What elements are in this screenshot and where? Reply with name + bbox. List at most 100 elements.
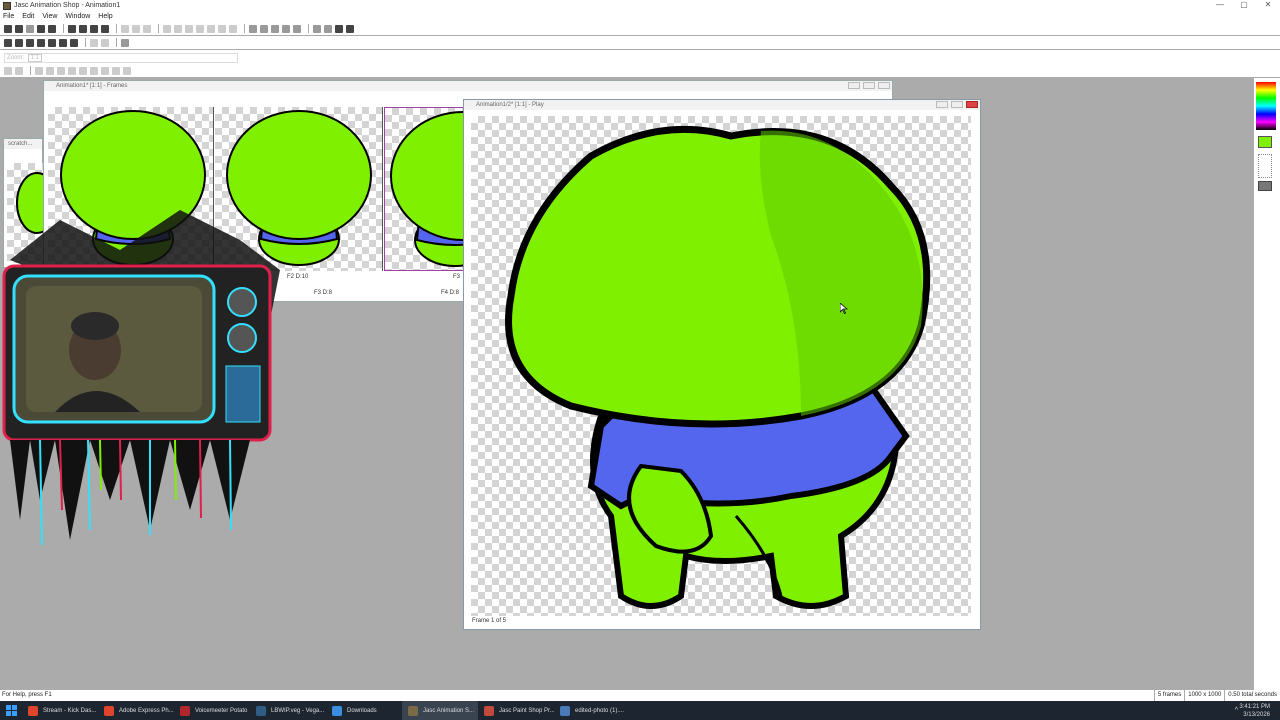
status-help-text: For Help, press F1 [2, 692, 52, 698]
replace-color-icon[interactable] [282, 24, 290, 33]
copy-icon[interactable] [174, 24, 182, 33]
save-icon[interactable] [90, 24, 98, 33]
status-right-panes: 5 frames 1000 x 1000 0.50 total seconds [1153, 690, 1280, 701]
minimize-button[interactable]: — [1208, 0, 1232, 9]
paintbrush-tool-icon[interactable] [68, 66, 76, 75]
open-icon[interactable] [79, 24, 87, 33]
taskbar-item-label: Voicemeeter Potato [195, 707, 248, 714]
last-frame-icon[interactable] [70, 38, 78, 47]
first-frame-icon[interactable] [4, 38, 12, 47]
toolbar-separator [308, 24, 309, 33]
taskbar-item[interactable]: Voicemeeter Potato [174, 701, 250, 720]
animation-shop-app-icon [3, 1, 11, 10]
start-button[interactable] [0, 701, 22, 720]
arrow-tool-icon[interactable] [4, 66, 12, 75]
menu-help[interactable]: Help [98, 13, 112, 20]
toolbar-separator [30, 66, 31, 75]
clock-time: 3:41:21 PM [1239, 704, 1270, 710]
play-canvas[interactable] [471, 116, 971, 616]
menu-file[interactable]: File [3, 13, 14, 20]
frame-properties-icon[interactable] [37, 24, 45, 33]
paste-new-icon[interactable] [196, 24, 204, 33]
taskbar-item[interactable]: Jasc Animation S... [402, 701, 478, 720]
zoom-value[interactable]: 1:1 [27, 54, 43, 62]
play-icon[interactable] [59, 38, 67, 47]
vegas-icon [256, 705, 266, 716]
taskbar-item[interactable]: Adobe Express Ph... [98, 701, 174, 720]
paste-before-icon[interactable] [207, 24, 215, 33]
color-options-list[interactable] [1258, 154, 1272, 178]
frame-3-label: F3 D:8 [314, 290, 333, 296]
transparent-color-swatch[interactable] [1258, 181, 1272, 191]
system-clock[interactable]: 3:41:21 PM 3/13/2026 [1239, 703, 1270, 719]
maximize-button[interactable]: ▢ [1232, 0, 1256, 9]
redo-icon[interactable] [132, 24, 140, 33]
insert-frame-icon[interactable] [271, 24, 279, 33]
text-tool-icon[interactable] [101, 66, 109, 75]
optimization-wizard-icon[interactable] [26, 24, 34, 33]
taskbar-items: Stream - Kick Das... Adobe Express Ph... V… [22, 701, 630, 720]
crop-icon[interactable] [249, 24, 257, 33]
play-close-button[interactable] [966, 101, 978, 108]
play-window[interactable]: Animation1/2* [1:1] - Play Frame 1 of 5 [463, 99, 981, 630]
play-minimize-button[interactable] [936, 101, 948, 108]
menu-view[interactable]: View [42, 13, 57, 20]
cut-icon[interactable] [163, 24, 171, 33]
taskbar-item[interactable]: LBWIP.veg - Vega... [250, 701, 326, 720]
frames-maximize-button[interactable] [863, 82, 875, 89]
taskbar-item[interactable]: Jasc Paint Shop Pr... [478, 701, 554, 720]
tray-expand-icon[interactable]: ^ [1235, 707, 1238, 714]
taskbar-item[interactable]: Stream - Kick Das... [22, 701, 98, 720]
grid-toggle-icon[interactable] [121, 38, 129, 47]
close-button[interactable]: ✕ [1256, 0, 1280, 9]
taskbar-item[interactable]: Downloads [326, 701, 402, 720]
eraser-tool-icon[interactable] [79, 66, 87, 75]
step-forward-icon[interactable] [48, 38, 56, 47]
save-as-icon[interactable] [101, 24, 109, 33]
zoom-tool-icon[interactable] [15, 66, 23, 75]
taskbar-item-label: Jasc Paint Shop Pr... [499, 707, 554, 714]
resize-icon[interactable] [260, 24, 268, 33]
menu-edit[interactable]: Edit [22, 13, 34, 20]
frame-thumbnail-3[interactable] [384, 107, 536, 271]
toolbar-separator [158, 24, 159, 33]
frames-minimize-button[interactable] [848, 82, 860, 89]
frames-view-icon[interactable] [324, 24, 332, 33]
redo-dropdown-icon[interactable] [143, 24, 151, 33]
delete-icon[interactable] [229, 24, 237, 33]
paste-icon[interactable] [185, 24, 193, 33]
filmstrip-icon[interactable] [335, 24, 343, 33]
menu-window[interactable]: Window [65, 13, 90, 20]
frames-close-button[interactable] [878, 82, 890, 89]
context-help-icon[interactable] [346, 24, 354, 33]
undo-icon[interactable] [121, 24, 129, 33]
animation-shop-icon [408, 705, 418, 716]
new-icon[interactable] [68, 24, 76, 33]
frame-3-image [390, 111, 536, 267]
onion-skin-back-icon[interactable] [90, 38, 98, 47]
view-animation-icon[interactable] [313, 24, 321, 33]
dropper-tool-icon[interactable] [57, 66, 65, 75]
color-spectrum[interactable] [1256, 82, 1276, 130]
foreground-color-swatch[interactable] [1258, 136, 1272, 148]
shape-tool-icon[interactable] [123, 66, 131, 75]
stop-icon[interactable] [37, 38, 45, 47]
step-back-icon[interactable] [26, 38, 34, 47]
mover-tool-icon[interactable] [46, 66, 54, 75]
line-tool-icon[interactable] [112, 66, 120, 75]
crop-tool-icon[interactable] [35, 66, 43, 75]
fill-tool-icon[interactable] [90, 66, 98, 75]
animation-wizard-icon[interactable] [4, 24, 12, 33]
frame-counter: Frame 1 of 5 [472, 618, 507, 624]
paste-after-icon[interactable] [218, 24, 226, 33]
flip-icon[interactable] [293, 24, 301, 33]
animation-properties-icon[interactable] [48, 24, 56, 33]
play-maximize-button[interactable] [951, 101, 963, 108]
taskbar-item[interactable]: edited-photo (1).... [554, 701, 630, 720]
window-controls: — ▢ ✕ [1208, 0, 1280, 9]
onion-skin-forward-icon[interactable] [101, 38, 109, 47]
zoom-dropdown[interactable]: Zoom: 1:1 [4, 53, 238, 63]
banner-wizard-icon[interactable] [15, 24, 23, 33]
previous-frame-icon[interactable] [15, 38, 23, 47]
paint-shop-icon [484, 705, 494, 716]
